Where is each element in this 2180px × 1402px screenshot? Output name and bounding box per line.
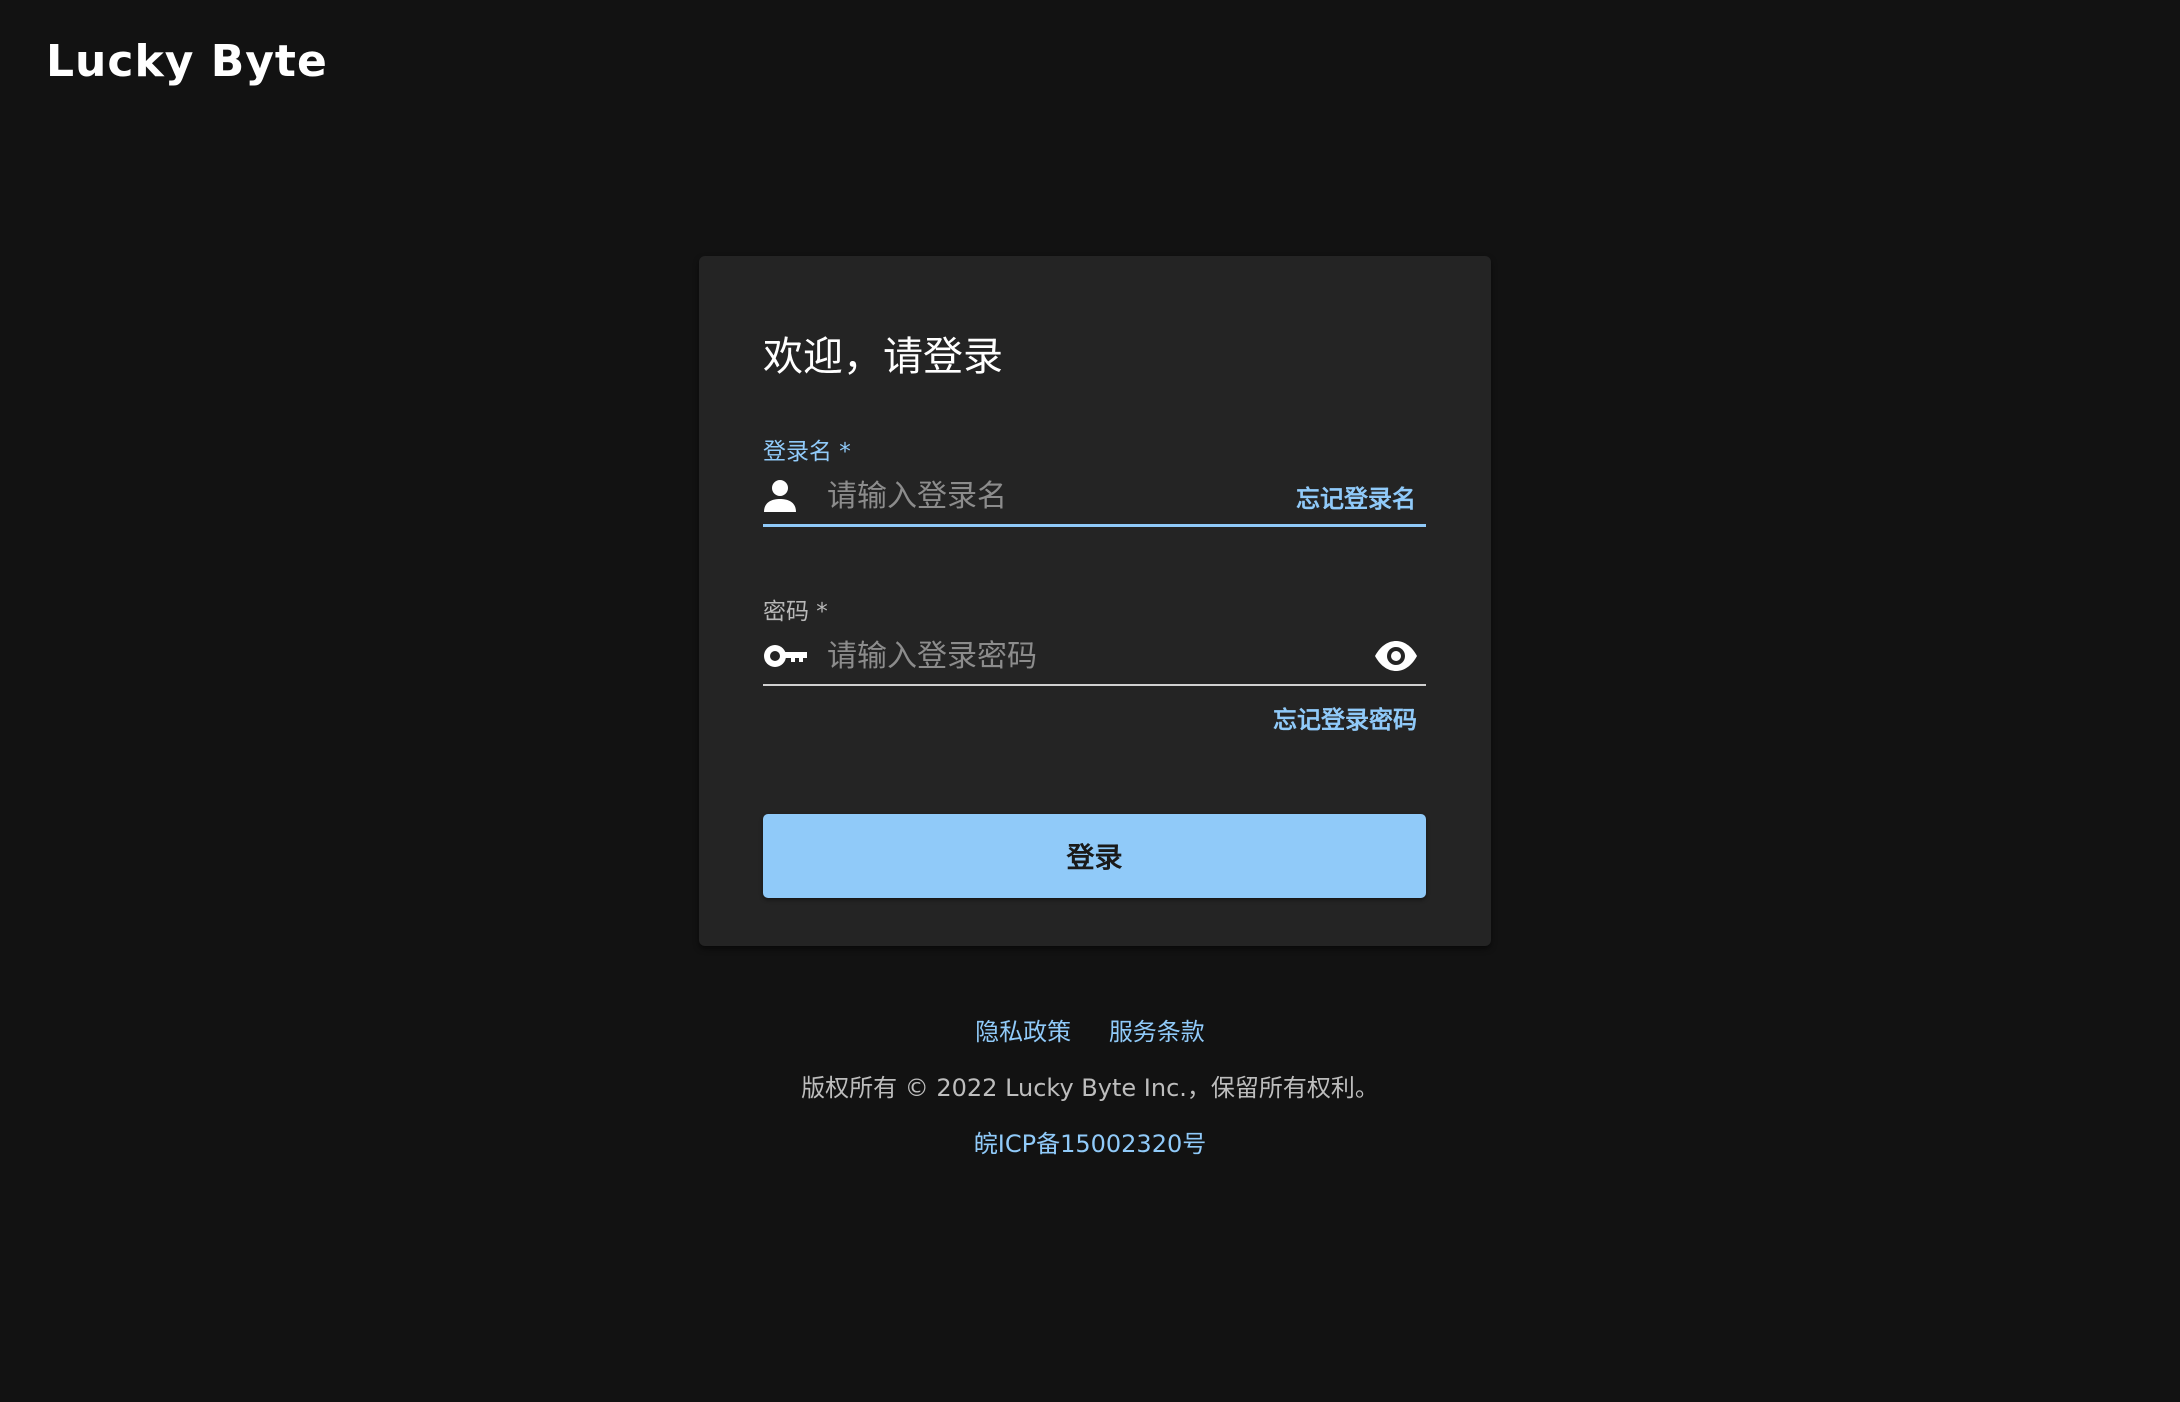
footer-links: 隐私政策 服务条款 (0, 1012, 2180, 1047)
icp-record: 皖ICP备15002320号 (0, 1124, 2180, 1159)
eye-icon[interactable] (1368, 628, 1424, 684)
person-icon (763, 473, 809, 519)
login-title: 欢迎，请登录 (763, 334, 1003, 380)
terms-of-service-link[interactable]: 服务条款 (1109, 1018, 1205, 1046)
password-field (763, 628, 1426, 686)
forgot-username-link[interactable]: 忘记登录名 (1296, 479, 1426, 514)
username-label: 登录名 * (763, 439, 851, 465)
privacy-policy-link[interactable]: 隐私政策 (975, 1018, 1071, 1046)
key-icon (763, 633, 809, 679)
icp-link[interactable]: 皖ICP备15002320号 (974, 1130, 1206, 1158)
password-label: 密码 * (763, 599, 828, 625)
login-card: 欢迎，请登录 登录名 * 忘记登录名 密码 * (699, 256, 1491, 946)
forgot-password-link[interactable]: 忘记登录密码 (1273, 700, 1417, 735)
username-input[interactable] (809, 472, 1296, 520)
copyright-text: 版权所有 © 2022 Lucky Byte Inc.，保留所有权利。 (801, 1074, 1379, 1102)
username-field: 忘记登录名 (763, 468, 1426, 527)
password-input[interactable] (809, 632, 1368, 680)
login-page: Lucky Byte 欢迎，请登录 登录名 * 忘记登录名 密码 * (0, 0, 2180, 1402)
login-button[interactable]: 登录 (763, 814, 1426, 898)
brand-logo[interactable]: Lucky Byte (46, 36, 328, 87)
